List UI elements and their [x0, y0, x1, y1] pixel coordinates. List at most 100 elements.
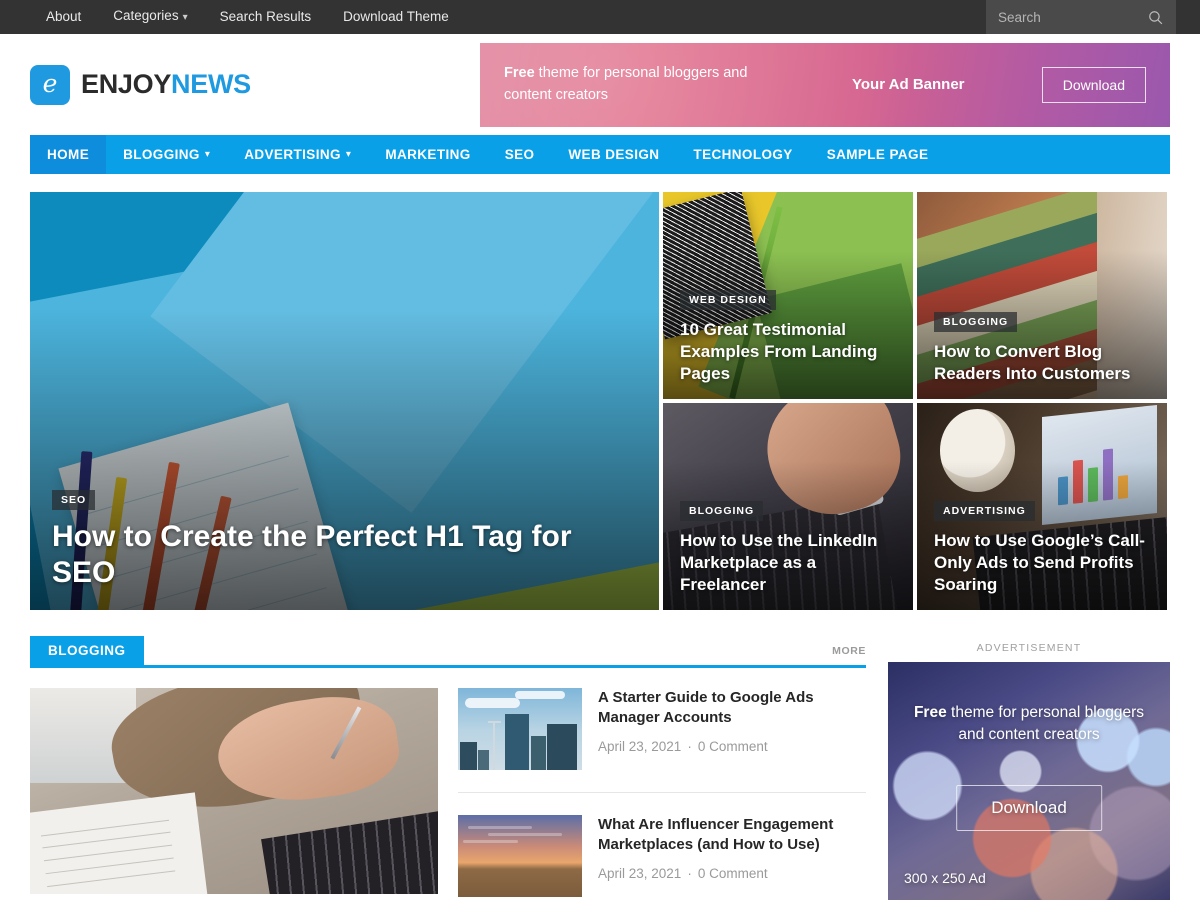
featured-card-advertising-google[interactable]: ADVERTISING How to Use Google’s Call-Onl… — [917, 403, 1167, 610]
section-body: A Starter Guide to Google Ads Manager Ac… — [30, 688, 866, 900]
header-ad-copy: Free theme for personal bloggers and con… — [504, 63, 794, 105]
post-thumbnail — [458, 688, 582, 770]
top-nav-label: Search Results — [219, 9, 312, 24]
featured-posts-grid: SEO How to Create the Perfect H1 Tag for… — [30, 192, 1170, 614]
sidebar-ad-copy-rest: theme for personal bloggers and content … — [946, 704, 1145, 743]
post-meta: April 23, 2021 · 0 Comment — [598, 866, 866, 881]
sidebar-ad-size-label: 300 x 250 Ad — [904, 870, 986, 886]
top-nav-item-categories[interactable]: Categories ▾ — [97, 0, 203, 35]
logo-glyph: e — [42, 68, 58, 98]
top-nav-label: Categories — [113, 8, 179, 23]
nav-item-marketing[interactable]: MARKETING — [368, 135, 487, 174]
top-nav-item-search-results[interactable]: Search Results — [204, 0, 328, 34]
chevron-down-icon: ▾ — [204, 149, 211, 160]
card-meta: ADVERTISING How to Use Google’s Call-Onl… — [934, 500, 1150, 596]
sidebar-ad-copy: Free theme for personal bloggers and con… — [904, 702, 1154, 746]
section-tab-blogging[interactable]: BLOGGING — [30, 636, 144, 665]
nav-item-technology[interactable]: TECHNOLOGY — [676, 135, 809, 174]
photo-laptop — [260, 809, 438, 894]
header-ad-download-button[interactable]: Download — [1041, 66, 1146, 103]
sidebar-ad-download-button[interactable]: Download — [956, 785, 1102, 831]
nav-label: WEB DESIGN — [568, 147, 660, 162]
brand-wordmark: ENJOYNEWS — [81, 69, 251, 100]
city-photo — [458, 688, 582, 770]
nav-label: SEO — [504, 147, 535, 162]
nav-label: TECHNOLOGY — [693, 147, 793, 162]
header-ad-label: Your Ad Banner — [852, 76, 965, 93]
featured-section-post[interactable] — [30, 688, 438, 900]
card-meta: BLOGGING How to Convert Blog Readers Int… — [934, 311, 1150, 385]
list-item[interactable]: What Are Influencer Engagement Marketpla… — [458, 792, 866, 900]
top-nav-label: About — [46, 9, 82, 24]
top-nav-item-download-theme[interactable]: Download Theme — [327, 0, 465, 34]
site-logo[interactable]: e ENJOYNEWS — [30, 64, 251, 105]
post-text: A Starter Guide to Google Ads Manager Ac… — [598, 688, 866, 770]
card-meta: BLOGGING How to Use the LinkedIn Marketp… — [680, 500, 896, 596]
search-box[interactable] — [986, 0, 1176, 34]
lower-content: BLOGGING MORE A Starter Guide to Google … — [30, 636, 1170, 900]
nav-item-sample-page[interactable]: SAMPLE PAGE — [810, 135, 946, 174]
nav-item-seo[interactable]: SEO — [488, 135, 552, 174]
post-title: What Are Influencer Engagement Marketpla… — [598, 816, 834, 853]
category-badge[interactable]: BLOGGING — [680, 500, 764, 521]
section-header: BLOGGING MORE — [30, 636, 866, 668]
post-meta: April 23, 2021 · 0 Comment — [598, 739, 866, 754]
sidebar: ADVERTISEMENT Free theme for personal bl… — [888, 636, 1170, 900]
logo-mark-icon: e — [30, 64, 70, 105]
category-badge[interactable]: WEB DESIGN — [680, 289, 776, 310]
primary-nav: HOME BLOGGING ▾ ADVERTISING ▾ MARKETING SE… — [30, 135, 1170, 174]
featured-card-blogging-linkedin[interactable]: BLOGGING How to Use the LinkedIn Marketp… — [663, 403, 913, 610]
chevron-down-icon: ▾ — [345, 149, 352, 160]
nav-label: MARKETING — [385, 147, 471, 162]
section-more-link[interactable]: MORE — [832, 645, 866, 657]
category-badge[interactable]: SEO — [52, 489, 96, 510]
category-section: BLOGGING MORE A Starter Guide to Google … — [30, 636, 866, 900]
post-date: April 23, 2021 — [598, 865, 682, 881]
top-nav-label: Download Theme — [343, 9, 449, 24]
card-title: How to Use the LinkedIn Marketplace as a… — [680, 530, 878, 594]
nav-item-web-design[interactable]: WEB DESIGN — [551, 135, 676, 174]
search-input[interactable] — [998, 9, 1147, 25]
post-comment-count[interactable]: 0 Comment — [698, 866, 768, 881]
card-title: How to Use Google’s Call-Only Ads to Sen… — [934, 530, 1145, 594]
post-date: April 23, 2021 — [598, 738, 682, 754]
field-photo — [458, 815, 582, 897]
category-badge[interactable]: ADVERTISING — [934, 500, 1035, 521]
site-header: e ENJOYNEWS Free theme for personal blog… — [0, 34, 1200, 135]
post-list: A Starter Guide to Google Ads Manager Ac… — [458, 688, 866, 900]
post-text: What Are Influencer Engagement Marketpla… — [598, 815, 866, 897]
nav-label: ADVERTISING — [244, 147, 341, 162]
post-comment-count[interactable]: 0 Comment — [698, 739, 768, 754]
featured-card-blogging-convert[interactable]: BLOGGING How to Convert Blog Readers Int… — [917, 192, 1167, 399]
header-ad-copy-bold: Free — [504, 65, 535, 82]
post-image — [30, 688, 438, 894]
top-utility-bar: About Categories ▾ Search Results Downloa… — [0, 0, 1200, 34]
featured-card-web-design[interactable]: WEB DESIGN 10 Great Testimonial Examples… — [663, 192, 913, 399]
top-nav: About Categories ▾ Search Results Downloa… — [0, 0, 465, 34]
header-ad-banner[interactable]: Free theme for personal bloggers and con… — [480, 42, 1170, 127]
nav-item-advertising[interactable]: ADVERTISING ▾ — [227, 135, 368, 174]
post-title: A Starter Guide to Google Ads Manager Ac… — [598, 689, 814, 726]
nav-item-home[interactable]: HOME — [30, 135, 107, 174]
featured-hero-card[interactable]: SEO How to Create the Perfect H1 Tag for… — [30, 192, 659, 610]
meta-separator: · — [687, 865, 692, 881]
card-title: How to Convert Blog Readers Into Custome… — [934, 341, 1131, 383]
brand-name-primary: ENJOY — [81, 69, 172, 99]
writing-photo — [30, 688, 438, 894]
nav-label: BLOGGING — [123, 147, 200, 162]
search-icon[interactable] — [1147, 9, 1164, 26]
meta-separator: · — [687, 738, 692, 754]
nav-label: HOME — [47, 147, 90, 162]
top-bar-spacer — [465, 0, 986, 34]
card-meta: WEB DESIGN 10 Great Testimonial Examples… — [680, 289, 896, 385]
sidebar-ad-banner[interactable]: Free theme for personal bloggers and con… — [888, 662, 1170, 900]
top-nav-item-about[interactable]: About — [30, 0, 97, 34]
category-badge[interactable]: BLOGGING — [934, 311, 1018, 332]
list-item[interactable]: A Starter Guide to Google Ads Manager Ac… — [458, 688, 866, 792]
card-title: 10 Great Testimonial Examples From Landi… — [680, 319, 878, 383]
post-thumbnail — [458, 815, 582, 897]
chevron-down-icon: ▾ — [182, 12, 188, 23]
section-tab-label: BLOGGING — [48, 643, 126, 658]
photo-paper — [30, 792, 208, 894]
nav-item-blogging[interactable]: BLOGGING ▾ — [106, 135, 227, 174]
